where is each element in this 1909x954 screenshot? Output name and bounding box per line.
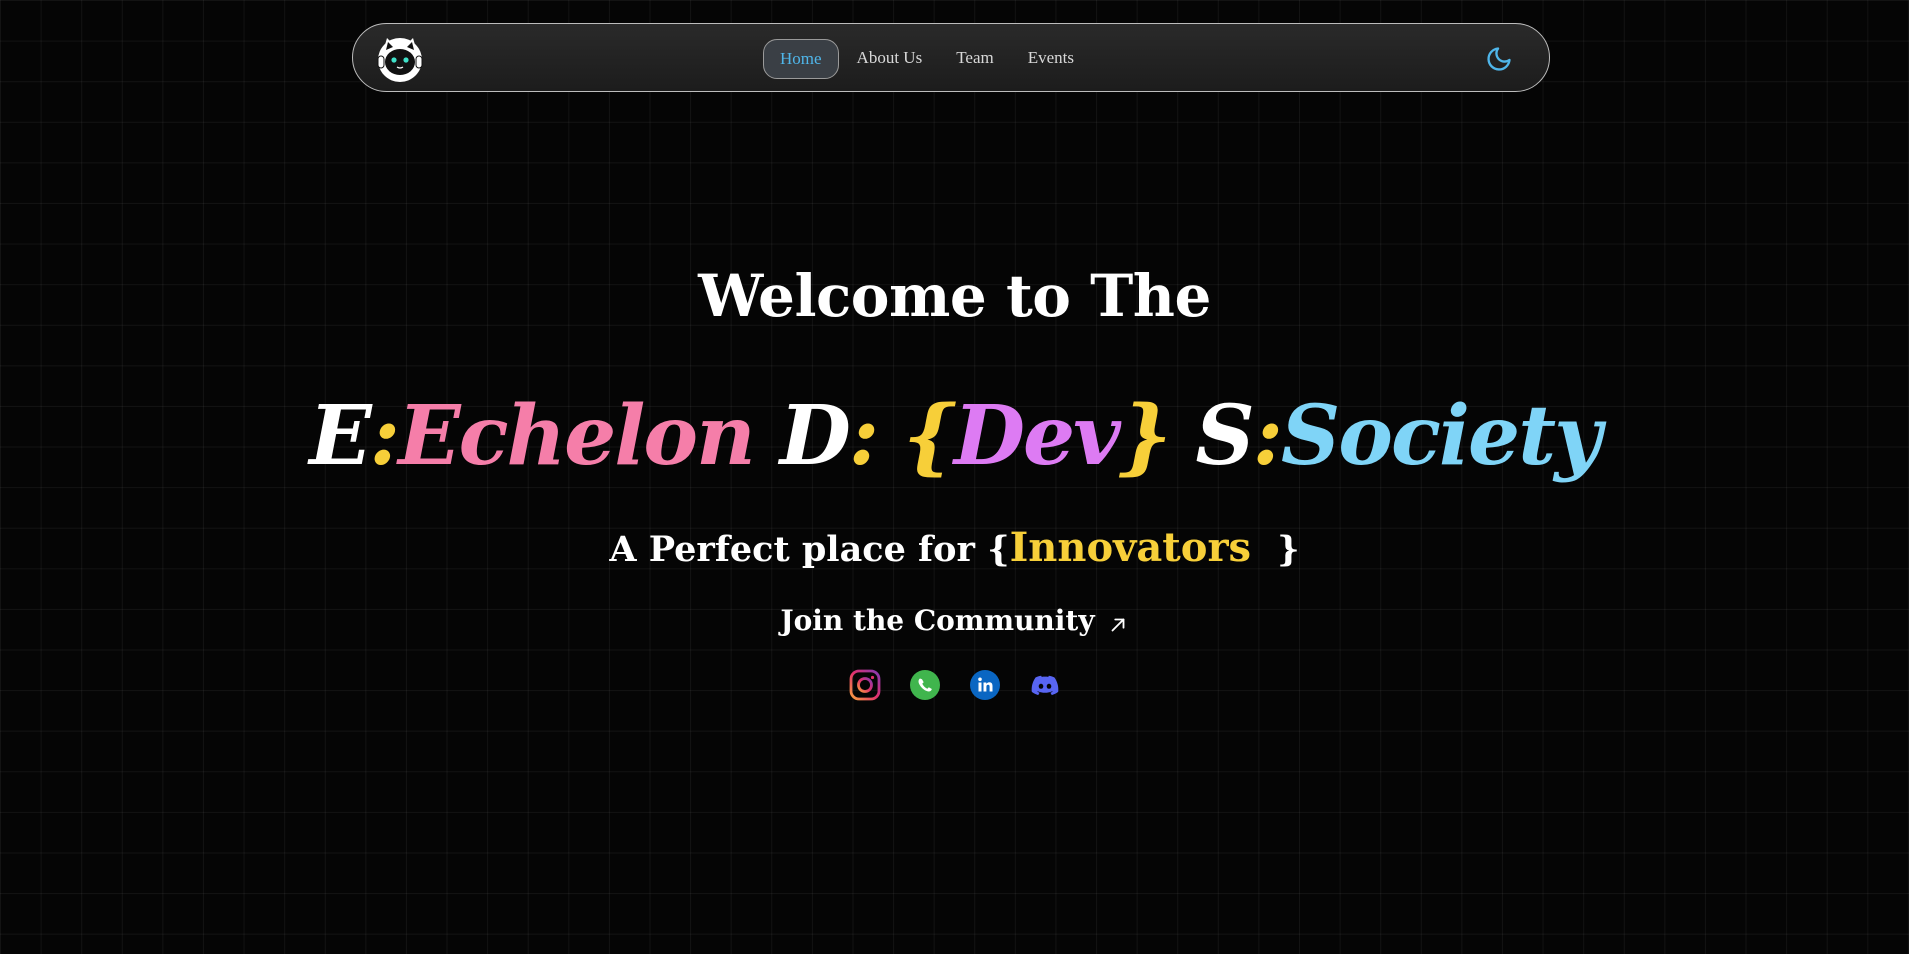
title-s-letter: S <box>1195 388 1255 484</box>
title-society: Society <box>1281 388 1602 484</box>
title-e-letter: E <box>309 388 371 484</box>
tagline-highlight: Innovators <box>1009 524 1252 571</box>
cat-mascot-logo[interactable] <box>375 34 425 84</box>
moon-icon[interactable] <box>1485 45 1513 73</box>
arrow-up-right-icon <box>1107 610 1129 632</box>
title-s-colon: : <box>1252 388 1283 484</box>
tagline-prefix: A Perfect place for { <box>609 529 1010 570</box>
title-d-letter: D <box>779 388 851 484</box>
join-community-link[interactable]: Join the Community <box>0 604 1909 637</box>
whatsapp-icon[interactable] <box>909 669 941 701</box>
nav-team[interactable]: Team <box>940 39 1010 79</box>
tagline: A Perfect place for {Innovators} <box>0 524 1909 571</box>
social-links <box>0 669 1909 701</box>
nav-about-us[interactable]: About Us <box>841 39 939 79</box>
title-close-brace: } <box>1118 388 1172 484</box>
title-open-brace: { <box>903 388 956 484</box>
nav-links: Home About Us Team Events <box>763 39 1090 79</box>
title-echelon: Echelon <box>398 388 756 484</box>
linkedin-icon[interactable] <box>969 669 1001 701</box>
hero-title: E:Echelon D: {Dev} S:Society <box>0 386 1909 486</box>
discord-icon[interactable] <box>1029 669 1061 701</box>
tagline-suffix: } <box>1277 529 1300 570</box>
welcome-heading: Welcome to The <box>698 262 1211 330</box>
title-dev: Dev <box>953 388 1121 484</box>
instagram-icon[interactable] <box>849 669 881 701</box>
nav-home[interactable]: Home <box>763 39 839 79</box>
join-community-label: Join the Community <box>780 604 1095 637</box>
title-d-colon: : <box>848 388 879 484</box>
title-e-colon: : <box>369 388 400 484</box>
nav-events[interactable]: Events <box>1012 39 1090 79</box>
navbar: Home About Us Team Events <box>352 23 1550 92</box>
